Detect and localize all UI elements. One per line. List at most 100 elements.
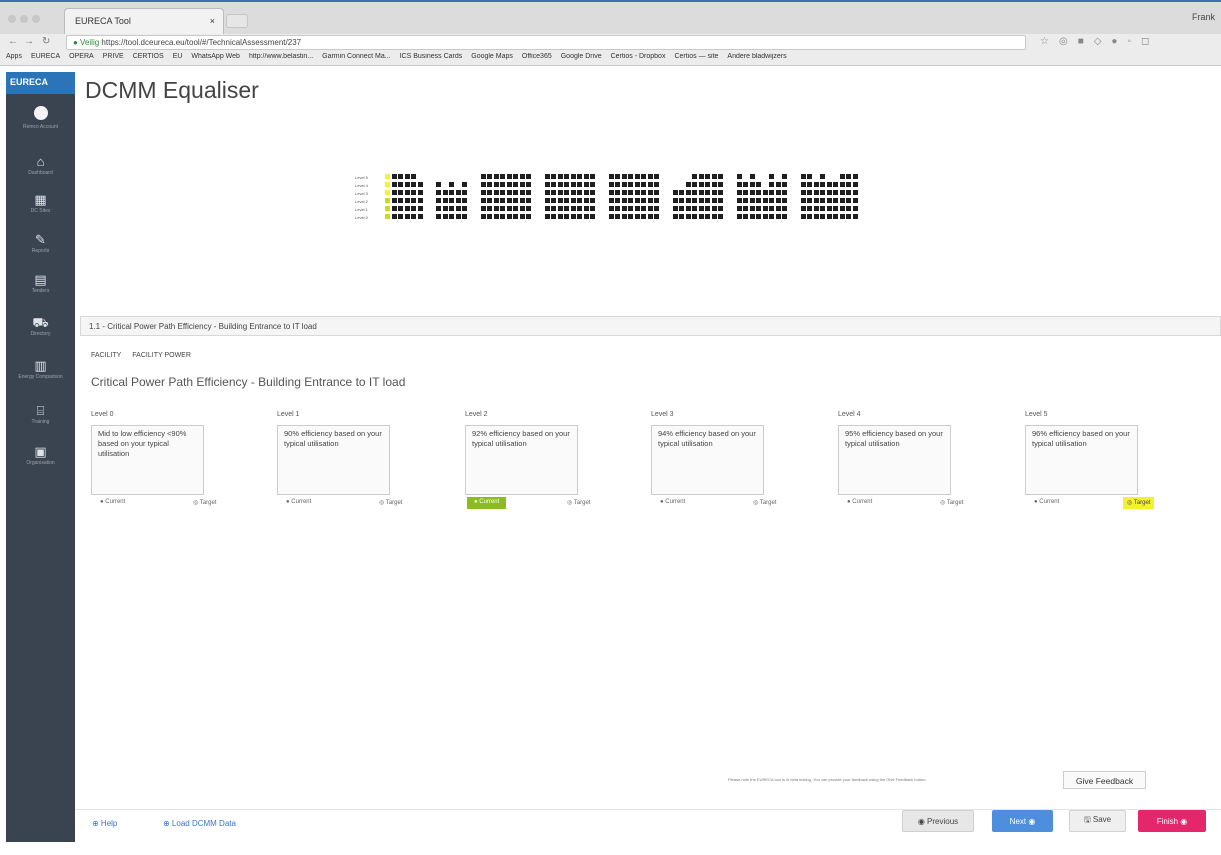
- equaliser-cell[interactable]: [641, 182, 646, 187]
- equaliser-cell[interactable]: [672, 206, 678, 211]
- equaliser-cell[interactable]: [551, 206, 556, 211]
- bookmark-item[interactable]: CERTIOS: [133, 53, 164, 60]
- equaliser-cell[interactable]: [705, 190, 710, 195]
- equaliser-cell[interactable]: [462, 206, 467, 211]
- help-link[interactable]: ⊕ Help: [92, 819, 117, 828]
- equaliser-cell[interactable]: [736, 174, 742, 179]
- current-radio[interactable]: ● Current: [279, 497, 318, 509]
- equaliser-cell[interactable]: [679, 198, 684, 203]
- bookmark-item[interactable]: http://www.belastin...: [249, 53, 313, 60]
- equaliser-cell[interactable]: [782, 174, 787, 179]
- equaliser-cell[interactable]: [615, 174, 620, 179]
- equaliser-cell[interactable]: [839, 214, 845, 219]
- equaliser-cell[interactable]: [590, 182, 595, 187]
- equaliser-cell[interactable]: [506, 182, 512, 187]
- equaliser-cell[interactable]: [506, 206, 512, 211]
- bookmark-item[interactable]: WhatsApp Web: [191, 53, 240, 60]
- equaliser-cell[interactable]: [647, 206, 653, 211]
- equaliser-cell[interactable]: [762, 190, 768, 195]
- save-button[interactable]: 🖫 Save: [1069, 810, 1126, 832]
- equaliser-cell[interactable]: [775, 214, 781, 219]
- equaliser-cell[interactable]: [749, 190, 755, 195]
- equaliser-cell[interactable]: [685, 206, 691, 211]
- equaliser-cell[interactable]: [590, 190, 595, 195]
- equaliser-cell[interactable]: [615, 190, 620, 195]
- equaliser-cell[interactable]: [711, 198, 717, 203]
- equaliser-cell[interactable]: [654, 174, 659, 179]
- equaliser-cell[interactable]: [846, 206, 851, 211]
- equaliser-cell[interactable]: [590, 174, 595, 179]
- equaliser-cell[interactable]: [718, 198, 723, 203]
- equaliser-cell[interactable]: [736, 198, 742, 203]
- bookmark-item[interactable]: Garmin Connect Ma...: [322, 53, 390, 60]
- equaliser-cell[interactable]: [769, 198, 774, 203]
- equaliser-cell[interactable]: [544, 174, 550, 179]
- equaliser-cell[interactable]: [411, 190, 416, 195]
- equaliser-cell[interactable]: [500, 174, 505, 179]
- equaliser-cell[interactable]: [513, 190, 518, 195]
- bookmark-item[interactable]: EU: [173, 53, 183, 60]
- equaliser-cell[interactable]: [807, 214, 812, 219]
- equaliser-cell[interactable]: [833, 190, 838, 195]
- equaliser-cell[interactable]: [577, 206, 582, 211]
- equaliser-cell[interactable]: [513, 206, 518, 211]
- equaliser-cell[interactable]: [846, 214, 851, 219]
- equaliser-cell[interactable]: [634, 198, 640, 203]
- equaliser-cell[interactable]: [506, 198, 512, 203]
- equaliser-cell[interactable]: [807, 198, 812, 203]
- equaliser-cell[interactable]: [756, 182, 761, 187]
- equaliser-cell[interactable]: [762, 214, 768, 219]
- equaliser-cell[interactable]: [404, 206, 410, 211]
- bookmark-item[interactable]: PRIVE: [103, 53, 124, 60]
- give-feedback-button[interactable]: Give Feedback: [1063, 771, 1146, 789]
- equaliser-cell[interactable]: [852, 182, 858, 187]
- equaliser-cell[interactable]: [692, 206, 697, 211]
- equaliser-cell[interactable]: [820, 174, 825, 179]
- equaliser-cell[interactable]: [672, 190, 678, 195]
- equaliser-cell[interactable]: [743, 182, 748, 187]
- equaliser-cell[interactable]: [487, 174, 492, 179]
- equaliser-cell[interactable]: [487, 214, 492, 219]
- equaliser-cell[interactable]: [519, 174, 525, 179]
- equaliser-cell[interactable]: [526, 206, 531, 211]
- equaliser-cell[interactable]: [813, 190, 819, 195]
- equaliser-cell[interactable]: [449, 214, 454, 219]
- equaliser-cell[interactable]: [628, 198, 633, 203]
- equaliser-cell[interactable]: [442, 198, 448, 203]
- bookmark-item[interactable]: Google Drive: [561, 53, 602, 60]
- equaliser-cell[interactable]: [641, 206, 646, 211]
- equaliser-cell[interactable]: [442, 206, 448, 211]
- target-radio[interactable]: ◎ Target: [1123, 497, 1155, 509]
- equaliser-cell[interactable]: [590, 198, 595, 203]
- equaliser-cell[interactable]: [480, 190, 486, 195]
- equaliser-cell[interactable]: [417, 206, 423, 211]
- equaliser-cell[interactable]: [826, 182, 832, 187]
- equaliser-cell[interactable]: [775, 198, 781, 203]
- equaliser-cell[interactable]: [769, 174, 774, 179]
- equaliser-cell[interactable]: [718, 182, 723, 187]
- equaliser-cell[interactable]: [436, 214, 441, 219]
- equaliser-cell[interactable]: [608, 190, 614, 195]
- equaliser-cell[interactable]: [769, 214, 774, 219]
- equaliser-cell[interactable]: [833, 198, 838, 203]
- equaliser-cell[interactable]: [487, 206, 492, 211]
- equaliser-cell[interactable]: [398, 214, 403, 219]
- bookmark-item[interactable]: Andere bladwijzers: [727, 53, 786, 60]
- target-radio[interactable]: ◎ Target: [936, 497, 967, 509]
- level-description[interactable]: 95% efficiency based on your typical uti…: [838, 425, 951, 495]
- sidebar-item[interactable]: ⌂ Dashboard: [6, 154, 75, 177]
- equaliser-cell[interactable]: [462, 198, 467, 203]
- address-bar[interactable]: ● Veilig https://tool.dceureca.eu/tool/#…: [66, 35, 1026, 50]
- equaliser-cell[interactable]: [698, 206, 704, 211]
- equaliser-cell[interactable]: [846, 190, 851, 195]
- equaliser-cell[interactable]: [417, 182, 423, 187]
- equaliser-cell[interactable]: [608, 206, 614, 211]
- equaliser-cell[interactable]: [398, 182, 403, 187]
- equaliser-cell[interactable]: [654, 206, 659, 211]
- equaliser-cell[interactable]: [417, 198, 423, 203]
- equaliser-cell[interactable]: [705, 182, 710, 187]
- equaliser-cell[interactable]: [449, 190, 454, 195]
- equaliser-cell[interactable]: [756, 206, 761, 211]
- equaliser-cell[interactable]: [577, 182, 582, 187]
- equaliser-cell[interactable]: [807, 206, 812, 211]
